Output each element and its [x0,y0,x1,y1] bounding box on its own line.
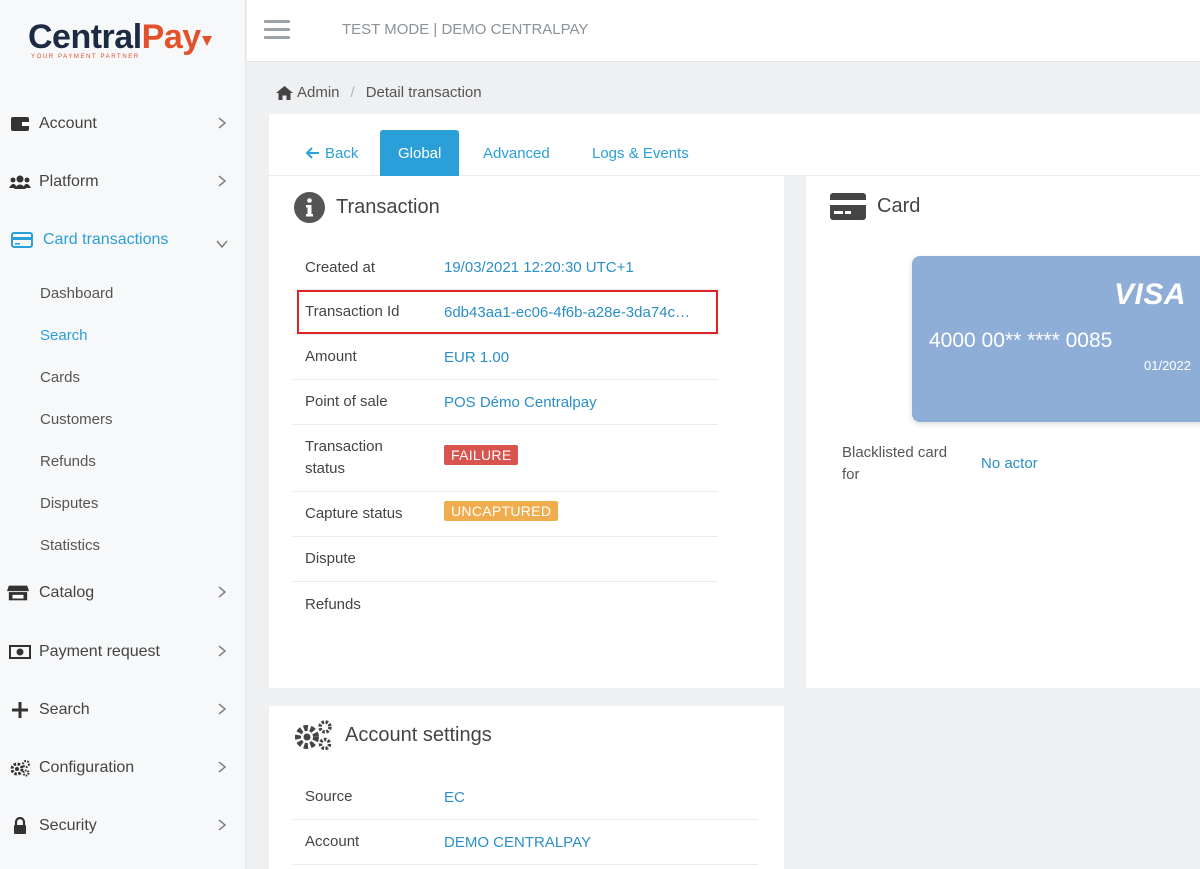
credit-card-icon [11,232,33,248]
tabs-bar: Back Global Advanced Logs & Events [269,114,1200,176]
subnav-dashboard[interactable]: Dashboard [40,285,113,302]
transaction-panel: Transaction Created at 19/03/2021 12:20:… [269,176,784,688]
cogs-icon [294,719,334,751]
chevron-right-icon [218,116,227,134]
row-created-at: Created at 19/03/2021 12:20:30 UTC+1 [293,246,718,290]
arrow-left-icon [306,147,319,159]
mode-indicator: TEST MODE | DEMO CENTRALPAY [342,21,589,38]
wallet-icon [9,116,31,132]
breadcrumb: Admin / Detail transaction [276,84,482,101]
centralpay-logo[interactable]: CentralPay YOUR PAYMENT PARTNER [28,18,214,60]
blacklisted-label: Blacklisted card for [842,444,948,483]
breadcrumb-admin[interactable]: Admin [297,84,340,101]
card-number: 4000 00** **** 0085 [929,329,1113,352]
sidebar-item-security[interactable]: Security [0,806,246,846]
sidebar-item-catalog[interactable]: Catalog [0,573,246,613]
top-bar: TEST MODE | DEMO CENTRALPAY [247,0,1200,62]
plus-icon [9,701,31,719]
row-capture-status: Capture status UNCAPTURED [293,492,718,537]
transaction-id-highlight [297,290,718,334]
credit-card-visual: VISA 4000 00** **** 0085 01/2022 [912,256,1200,422]
lock-icon [9,817,31,835]
sidebar-item-platform[interactable]: Platform [0,162,246,202]
tab-global[interactable]: Global [380,130,460,176]
sidebar-item-card-transactions[interactable]: Card transactions [0,220,246,260]
chevron-right-icon [218,760,227,778]
chevron-right-icon [218,585,227,603]
subnav-disputes[interactable]: Disputes [40,495,98,512]
users-icon [9,174,31,190]
transaction-title: Transaction [294,192,440,223]
card-title: Card [830,193,920,220]
chevron-down-icon [216,235,228,253]
row-source: Source EC [293,775,758,820]
cogs-icon [9,759,31,777]
store-icon [7,584,29,602]
credit-card-icon [830,193,866,220]
visa-logo: VISA [1114,278,1187,311]
tab-logs-events[interactable]: Logs & Events [592,130,689,176]
account-settings-panel: Account settings Source EC Account DEMO … [269,706,784,869]
subnav-statistics[interactable]: Statistics [40,537,100,554]
row-amount: Amount EUR 1.00 [293,335,718,380]
home-icon [276,85,293,100]
row-refunds: Refunds [305,595,361,613]
subnav-refunds[interactable]: Refunds [40,453,96,470]
row-transaction-status: Transaction status FAILURE [293,425,718,492]
row-dispute: Dispute [293,537,718,582]
tab-advanced[interactable]: Advanced [483,130,550,176]
breadcrumb-current: Detail transaction [365,84,482,101]
chevron-right-icon [218,174,227,192]
chevron-right-icon [218,818,227,836]
card-panel: Card [806,176,1200,688]
row-account: Account DEMO CENTRALPAY [293,820,758,865]
hamburger-menu-icon[interactable] [264,20,290,44]
info-icon [294,192,325,223]
account-settings-title: Account settings [294,719,492,751]
money-bill-icon [9,645,31,659]
subnav-customers[interactable]: Customers [40,411,113,428]
failure-badge: FAILURE [444,445,519,465]
uncaptured-badge: UNCAPTURED [444,501,559,521]
sidebar-item-payment-request[interactable]: Payment request [0,632,246,672]
chevron-right-icon [218,702,227,720]
row-point-of-sale: Point of sale POS Démo Centralpay [293,380,718,425]
back-button[interactable]: Back [306,130,358,176]
subnav-search[interactable]: Search [40,327,88,344]
card-expiry: 01/2022 [1144,358,1191,373]
sidebar-item-configuration[interactable]: Configuration [0,748,246,788]
subnav-cards[interactable]: Cards [40,369,80,386]
sidebar-item-search[interactable]: Search [0,690,246,730]
sidebar: CentralPay YOUR PAYMENT PARTNER Account … [0,0,246,869]
blacklisted-value: No actor [981,455,1038,472]
chevron-right-icon [218,644,227,662]
sidebar-item-account[interactable]: Account [0,104,246,144]
